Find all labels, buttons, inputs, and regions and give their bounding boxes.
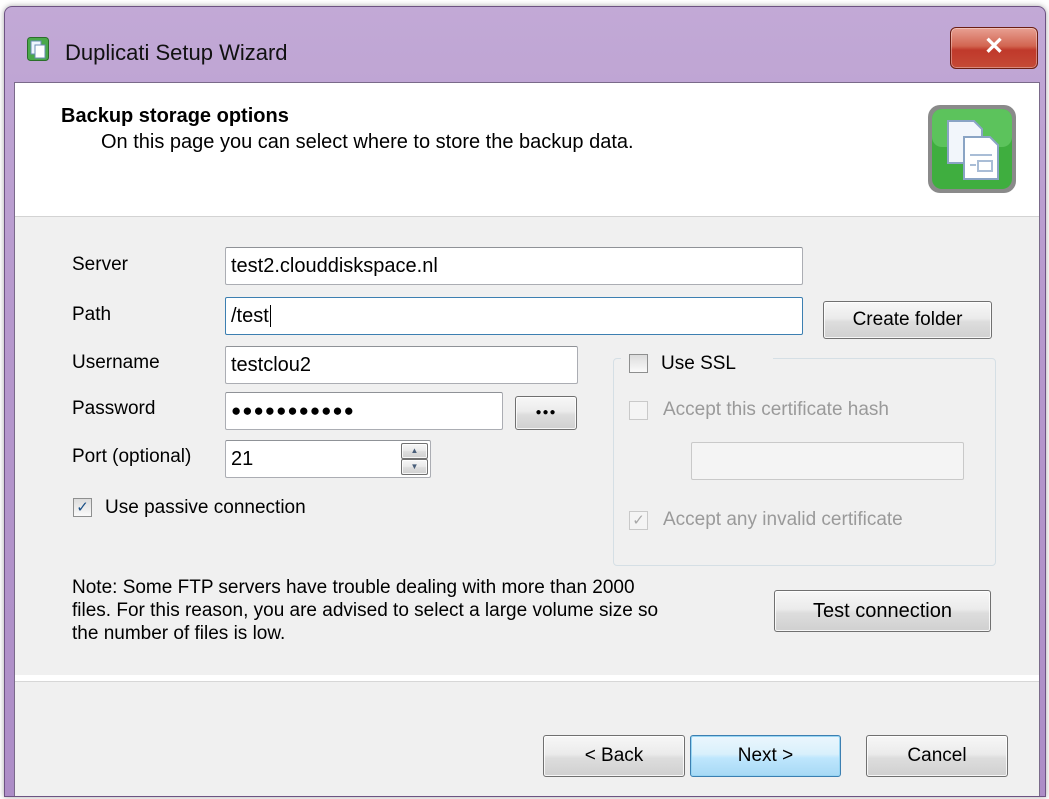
ftp-note-line-3: the number of files is low.	[72, 623, 286, 644]
window-title: Duplicati Setup Wizard	[65, 40, 288, 65]
port-label: Port (optional)	[72, 446, 192, 467]
accept-hash-label: Accept this certificate hash	[663, 399, 889, 420]
server-label: Server	[72, 254, 128, 275]
wizard-footer: < Back Next > Cancel	[15, 681, 1039, 796]
accept-any-certificate-checkbox[interactable]: ✓	[629, 511, 648, 530]
cancel-button[interactable]: Cancel	[866, 735, 1008, 777]
passive-connection-checkbox[interactable]: ✓	[73, 498, 92, 517]
arrow-down-icon: ▼	[410, 462, 419, 471]
ftp-note-line-1: Note: Some FTP servers have trouble deal…	[72, 577, 635, 598]
certificate-hash-input[interactable]	[691, 442, 964, 480]
test-connection-button[interactable]: Test connection	[774, 590, 991, 632]
back-button[interactable]: < Back	[543, 735, 685, 777]
checkmark-icon: ✓	[76, 499, 89, 516]
use-ssl-label[interactable]: Use SSL	[661, 353, 736, 375]
username-input[interactable]: testclou2	[225, 346, 578, 384]
text-cursor	[269, 305, 271, 327]
use-ssl-checkbox[interactable]	[629, 354, 648, 373]
show-password-button[interactable]: ●●●	[515, 396, 577, 430]
page-title: Backup storage options	[61, 105, 289, 127]
ellipsis-icon: ●●●	[535, 407, 557, 418]
arrow-up-icon: ▲	[410, 446, 419, 455]
passive-connection-label[interactable]: Use passive connection	[105, 497, 306, 519]
close-icon: ✕	[983, 33, 1005, 60]
server-input[interactable]: test2.clouddiskspace.nl	[225, 247, 803, 285]
spin-up-button[interactable]: ▲	[401, 443, 428, 459]
ssl-groupbox-header: Use SSL	[621, 349, 773, 377]
next-button[interactable]: Next >	[690, 735, 841, 777]
wizard-window: Duplicati Setup Wizard ✕ Backup storage …	[4, 6, 1046, 797]
wizard-header: Backup storage options On this page you …	[15, 83, 1039, 217]
password-label: Password	[72, 398, 156, 419]
path-input[interactable]: /test	[225, 297, 803, 335]
close-button[interactable]: ✕	[950, 27, 1038, 69]
duplicati-documents-icon	[926, 103, 1018, 195]
port-spin-buttons: ▲ ▼	[401, 443, 428, 475]
path-value: /test	[231, 305, 269, 327]
wizard-client-area: Backup storage options On this page you …	[14, 82, 1040, 796]
accept-any-certificate-label: Accept any invalid certificate	[663, 509, 903, 530]
create-folder-button[interactable]: Create folder	[823, 301, 992, 339]
path-label: Path	[72, 304, 112, 325]
ftp-note-line-2: files. For this reason, you are advised …	[72, 600, 659, 621]
wizard-body: Server test2.clouddiskspace.nl Path /tes…	[15, 217, 1039, 675]
password-input[interactable]: ●●●●●●●●●●●	[225, 392, 503, 430]
duplicati-app-icon	[27, 37, 49, 61]
port-value: 21	[231, 448, 254, 470]
spin-down-button[interactable]: ▼	[401, 459, 428, 475]
accept-hash-checkbox[interactable]	[629, 401, 648, 420]
title-bar[interactable]: Duplicati Setup Wizard ✕	[5, 7, 1045, 81]
page-subtitle: On this page you can select where to sto…	[101, 131, 634, 153]
checkmark-icon: ✓	[632, 512, 645, 529]
username-label: Username	[72, 352, 160, 373]
